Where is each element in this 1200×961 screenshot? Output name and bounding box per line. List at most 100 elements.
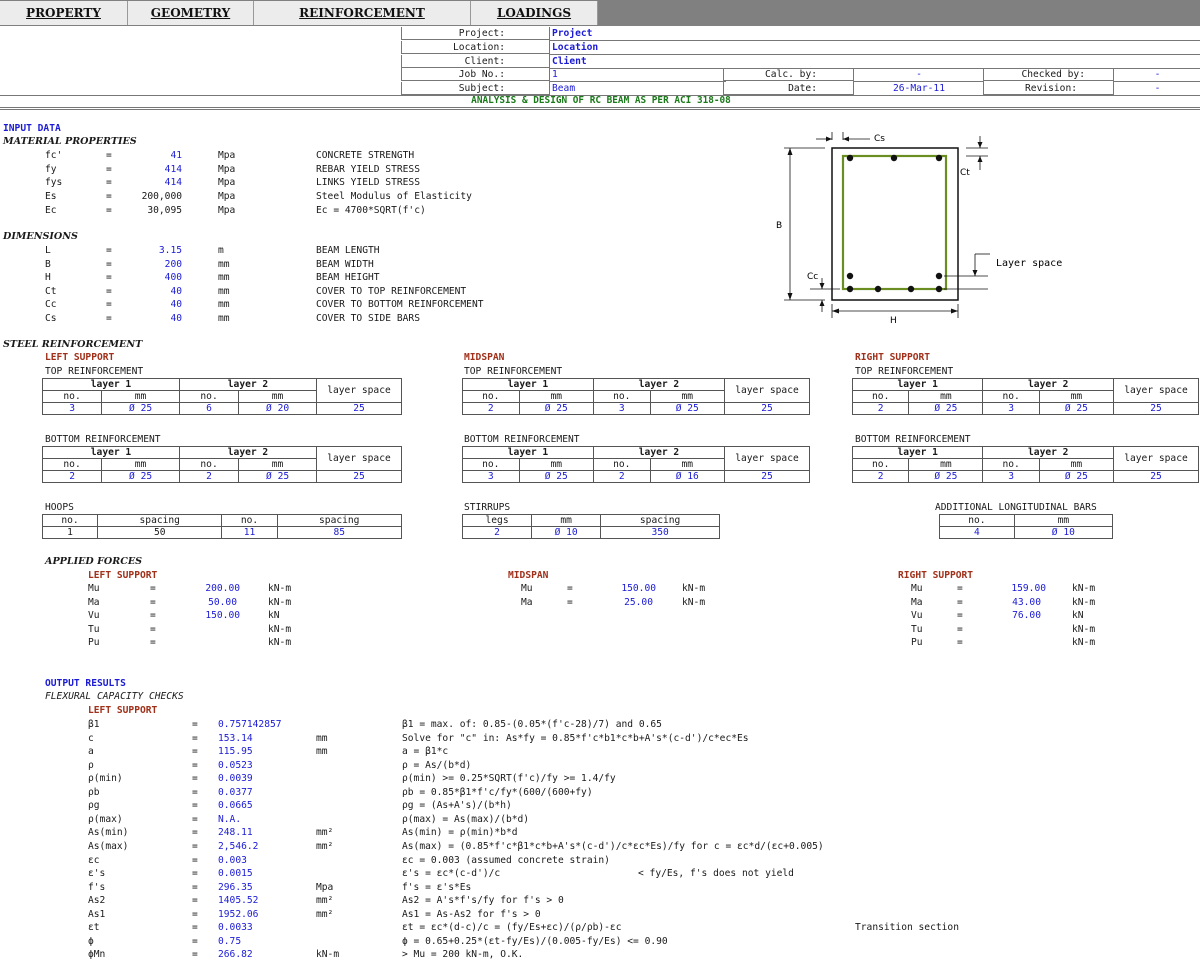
bar-diameter[interactable]: Ø 25 <box>1038 470 1115 483</box>
stirrup-legs[interactable]: 2 <box>461 526 533 539</box>
hoop-spacing[interactable]: 85 <box>276 526 403 539</box>
hoop-spacing[interactable]: 50 <box>97 526 223 539</box>
bar-count[interactable]: 6 <box>178 402 240 415</box>
beam-section-diagram: Cs Ct B Cc H Layer space <box>776 132 1062 326</box>
equals-sign: = <box>192 719 198 730</box>
bar-count[interactable]: 3 <box>982 470 1040 483</box>
force-sym: Vu <box>911 610 923 621</box>
bar-count[interactable]: 2 <box>41 470 103 483</box>
hoop-count[interactable]: 11 <box>221 526 278 539</box>
material-value[interactable]: 414 <box>140 177 182 189</box>
layer-space-value[interactable]: 25 <box>316 470 402 483</box>
force-value[interactable]: 43.00 <box>986 597 1041 609</box>
result-unit: mm <box>316 733 328 744</box>
tab-loadings[interactable]: LOADINGS <box>471 1 598 25</box>
material-sym: Ec <box>45 205 57 216</box>
mm-header: mm <box>1038 458 1115 471</box>
equals-sign: = <box>150 597 156 608</box>
dimension-value[interactable]: 200 <box>140 259 182 271</box>
dimension-value[interactable]: 40 <box>140 313 182 325</box>
mm-header: mm <box>518 390 594 403</box>
layer-space-value[interactable]: 25 <box>1113 470 1199 483</box>
hoop-count[interactable]: 1 <box>41 526 99 539</box>
bar-diameter[interactable]: Ø 25 <box>908 402 984 415</box>
result-unit: mm² <box>316 909 334 920</box>
result-formula: As(min) = ρ(min)*b*d <box>402 827 518 838</box>
layer2-header: layer 2 <box>982 446 1114 459</box>
additional-bar-count[interactable]: 4 <box>939 526 1015 539</box>
calcby-value[interactable]: - <box>853 68 984 82</box>
result-unit: mm² <box>316 841 334 852</box>
tab-geometry[interactable]: GEOMETRY <box>128 1 254 25</box>
stirrup-diameter[interactable]: Ø 10 <box>531 526 602 539</box>
result-value: 0.757142857 <box>218 719 282 730</box>
bar-diameter[interactable]: Ø 25 <box>101 402 180 415</box>
bar-diameter[interactable]: Ø 25 <box>101 470 180 483</box>
material-unit: Mpa <box>218 177 236 188</box>
checkedby-value[interactable]: - <box>1113 68 1200 82</box>
jobno-value[interactable]: 1 <box>549 68 726 82</box>
revision-value[interactable]: - <box>1113 82 1200 96</box>
force-value[interactable]: 150.00 <box>596 583 656 595</box>
subject-value[interactable]: Beam <box>549 82 726 96</box>
bar-diameter[interactable]: Ø 25 <box>238 470 317 483</box>
result-symbol: ϕ <box>88 936 94 947</box>
location-value[interactable]: Location <box>549 41 1200 55</box>
bar-count[interactable]: 3 <box>592 402 651 415</box>
additional-bar-diameter[interactable]: Ø 10 <box>1013 526 1114 539</box>
bar-count[interactable]: 2 <box>851 402 910 415</box>
material-value[interactable]: 414 <box>140 164 182 176</box>
material-title: MATERIAL PROPERTIES <box>3 136 137 147</box>
material-desc: Steel Modulus of Elasticity <box>316 191 472 202</box>
bar-diameter[interactable]: Ø 16 <box>649 470 726 483</box>
dimension-value[interactable]: 40 <box>140 286 182 298</box>
dimension-unit: mm <box>218 259 230 270</box>
mid-top-reinf-table: layer 1 layer 2 layer space no. mm no. mm 2Ø … <box>462 378 810 415</box>
force-sym: Pu <box>88 637 100 648</box>
result-symbol: ρ(min) <box>88 773 123 784</box>
bar-diameter[interactable]: Ø 25 <box>1038 402 1115 415</box>
bar-diameter[interactable]: Ø 25 <box>518 402 594 415</box>
tab-property[interactable]: PROPERTY <box>0 1 128 25</box>
tab-reinforcement[interactable]: REINFORCEMENT <box>254 1 471 25</box>
rebar-top <box>846 154 854 162</box>
result-value: 0.75 <box>218 936 242 947</box>
force-value[interactable]: 25.00 <box>596 597 653 609</box>
client-value[interactable]: Client <box>549 55 1200 69</box>
applied-forces-title: APPLIED FORCES <box>45 556 143 567</box>
project-value[interactable]: Project <box>549 27 1200 41</box>
force-sym: Mu <box>88 583 100 594</box>
bar-count[interactable]: 2 <box>592 470 651 483</box>
dimension-value[interactable]: 3.15 <box>140 245 182 257</box>
force-value[interactable]: 50.00 <box>180 597 237 609</box>
date-value[interactable]: 26-Mar-11 <box>853 82 984 96</box>
force-value[interactable]: 76.00 <box>986 610 1041 622</box>
equals-sign: = <box>192 868 198 879</box>
force-value[interactable]: 150.00 <box>180 610 240 622</box>
layer-space-value[interactable]: 25 <box>724 402 810 415</box>
bar-diameter[interactable]: Ø 25 <box>649 402 726 415</box>
layer-space-value[interactable]: 25 <box>316 402 402 415</box>
stirrup-spacing[interactable]: 350 <box>600 526 720 539</box>
force-value[interactable]: 200.00 <box>180 583 240 595</box>
layer-space-header: layer space <box>724 446 810 471</box>
bar-count[interactable]: 3 <box>41 402 103 415</box>
bar-diameter[interactable]: Ø 25 <box>518 470 594 483</box>
bar-diameter[interactable]: Ø 20 <box>238 402 317 415</box>
dimension-value[interactable]: 40 <box>140 299 182 311</box>
project-label: Project: <box>401 27 549 40</box>
bar-count[interactable]: 2 <box>178 470 240 483</box>
bar-count[interactable]: 2 <box>462 402 520 415</box>
result-symbol: ρ <box>88 760 94 771</box>
bar-count[interactable]: 3 <box>982 402 1040 415</box>
force-value[interactable]: 159.00 <box>986 583 1046 595</box>
bar-count[interactable]: 3 <box>462 470 520 483</box>
dimension-value[interactable]: 400 <box>140 272 182 284</box>
bar-count[interactable]: 2 <box>851 470 910 483</box>
layer-space-value[interactable]: 25 <box>1113 402 1199 415</box>
material-value[interactable]: 41 <box>140 150 182 162</box>
layer-space-value[interactable]: 25 <box>724 470 810 483</box>
result-value: 1405.52 <box>218 895 259 906</box>
result-symbol: As(max) <box>88 841 129 852</box>
bar-diameter[interactable]: Ø 25 <box>908 470 984 483</box>
